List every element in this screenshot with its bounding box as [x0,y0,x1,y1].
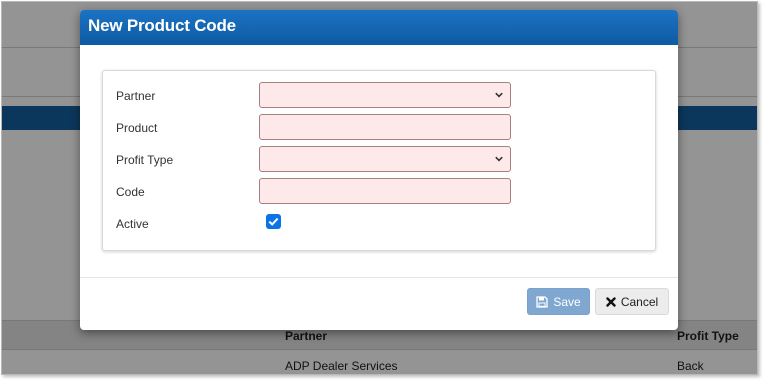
partner-row: Partner [103,82,655,108]
dialog-title: New Product Code [88,16,236,35]
profit-type-select[interactable] [259,146,511,172]
active-label: Active [116,217,149,231]
profit-type-row: Profit Type [103,146,655,172]
product-input[interactable] [259,114,511,140]
code-row: Code [103,178,655,204]
active-checkbox[interactable] [266,214,281,229]
product-code-form: Partner Product Profit Type Code Active [102,70,656,251]
checkmark-icon [268,217,279,226]
cancel-button[interactable]: Cancel [595,288,669,315]
dialog-header: New Product Code [80,10,678,45]
code-input[interactable] [259,178,511,204]
profit-type-label: Profit Type [116,153,174,167]
active-row: Active [103,210,655,236]
chevron-down-icon [495,91,503,99]
product-row: Product [103,114,655,140]
chevron-down-icon [495,155,503,163]
new-product-code-dialog: New Product Code Partner Product Profit … [80,10,678,330]
partner-select[interactable] [259,82,511,108]
save-button[interactable]: Save [527,288,590,315]
code-label: Code [116,185,145,199]
product-label: Product [116,121,158,135]
x-icon [606,296,616,307]
floppy-disk-icon [536,295,548,308]
dialog-footer: Save Cancel [80,277,678,330]
cancel-label: Cancel [620,294,659,309]
save-label: Save [553,294,581,309]
partner-label: Partner [116,89,156,103]
